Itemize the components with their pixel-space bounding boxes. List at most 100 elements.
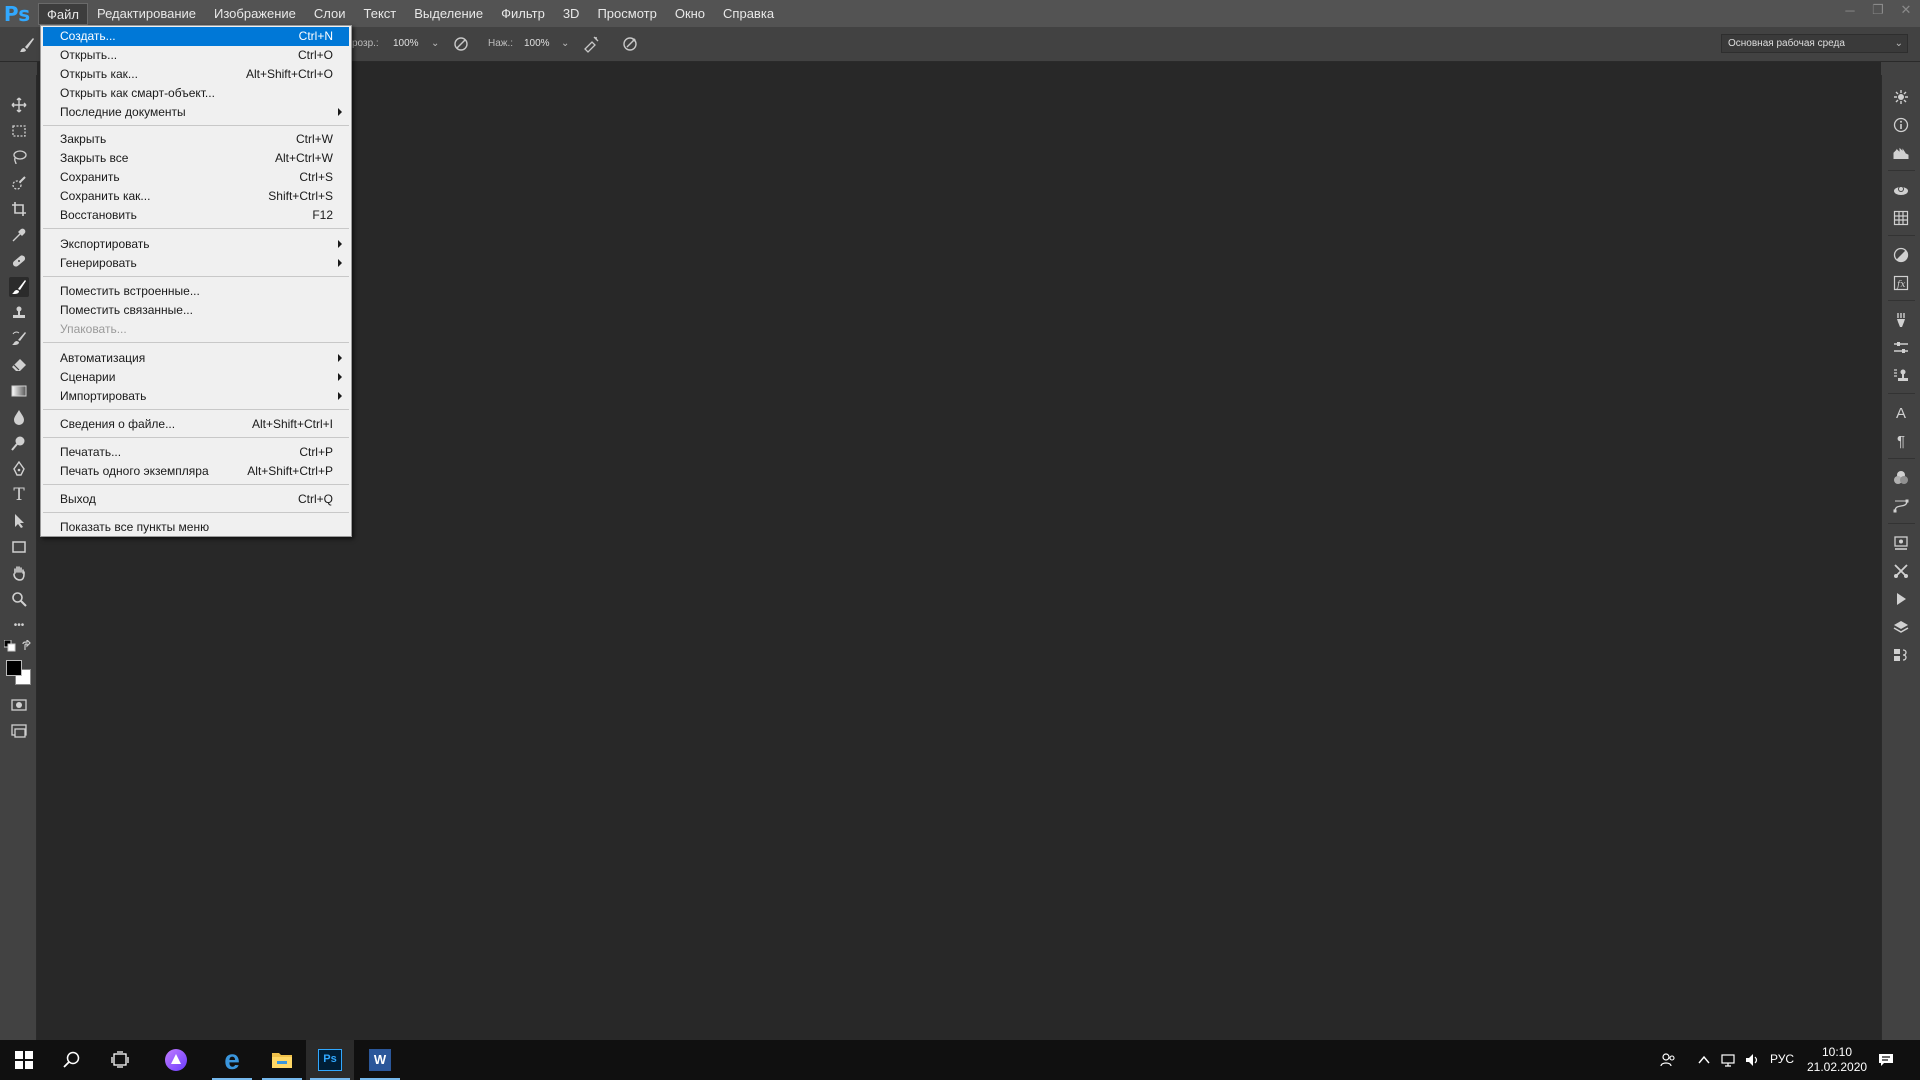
type-icon[interactable]: T [9,485,29,505]
histogram-icon[interactable] [1891,143,1911,163]
menu-item-close[interactable]: Закрыть Ctrl+W [43,130,349,149]
dodge-icon[interactable] [9,433,29,453]
tray-expand-icon[interactable] [1694,1050,1714,1070]
adjustments-icon[interactable] [1891,245,1911,265]
color-icon[interactable] [1891,87,1911,107]
glyphs-icon[interactable] [1891,533,1911,553]
restore-button[interactable]: ❐ [1864,0,1892,20]
character-icon[interactable]: A [1891,403,1911,423]
lasso-icon[interactable] [9,147,29,167]
swap-colors-icon[interactable] [20,639,34,653]
menu-item-place-embedded[interactable]: Поместить встроенные... [43,282,349,301]
quick-select-icon[interactable] [9,173,29,193]
word-icon[interactable]: W [356,1040,404,1080]
start-icon[interactable] [0,1040,48,1080]
default-colors-icon[interactable] [3,639,17,653]
more-tools-icon[interactable]: ••• [9,615,29,635]
eyedropper-icon[interactable] [9,225,29,245]
opacity-value[interactable]: 100% [393,38,419,49]
brush-preset-icon[interactable] [18,36,36,54]
menu-item-save-as[interactable]: Сохранить как... Shift+Ctrl+S [43,187,349,206]
edge-icon[interactable]: e [208,1040,256,1080]
tool-presets-icon[interactable] [1891,561,1911,581]
minimize-button[interactable]: ─ [1836,0,1864,20]
menu-item-print[interactable]: Печатать... Ctrl+P [43,443,349,462]
menu-item-show-all[interactable]: Показать все пункты меню [43,518,349,537]
workspace-select[interactable]: Основная рабочая среда ⌄ [1721,34,1908,53]
search-icon[interactable] [48,1040,96,1080]
menu-view[interactable]: Просмотр [588,3,665,25]
path-select-icon[interactable] [9,511,29,531]
properties-icon[interactable] [1891,338,1911,358]
rectangle-icon[interactable] [9,537,29,557]
menu-item-scripts[interactable]: Сценарии [43,368,349,387]
menu-item-file-info[interactable]: Сведения о файле... Alt+Shift+Ctrl+I [43,415,349,434]
brush-settings-icon[interactable] [1891,310,1911,330]
foreground-color-swatch[interactable] [6,660,22,676]
menu-item-import[interactable]: Импортировать [43,387,349,406]
clock[interactable]: 10:10 21.02.2020 [1807,1045,1867,1075]
gradient-icon[interactable] [9,381,29,401]
menu-text[interactable]: Текст [355,3,406,25]
menu-item-revert[interactable]: Восстановить F12 [43,206,349,225]
layer-comps-icon[interactable] [1891,645,1911,665]
clone-stamp-icon[interactable] [9,303,29,323]
language-indicator[interactable]: РУС [1770,1052,1794,1066]
toolbar-collapse-bar[interactable] [0,62,37,75]
menu-item-open-smart-object[interactable]: Открыть как смарт-объект... [43,84,349,103]
history-brush-icon[interactable] [9,329,29,349]
healing-brush-icon[interactable] [9,251,29,271]
panels-collapse-bar[interactable] [1881,62,1920,75]
marquee-icon[interactable] [9,121,29,141]
actions-icon[interactable] [1891,589,1911,609]
hand-icon[interactable] [9,563,29,583]
menu-window[interactable]: Окно [666,3,714,25]
opacity-chevron-icon[interactable]: ⌄ [431,38,439,49]
menu-select[interactable]: Выделение [405,3,492,25]
screen-mode-icon[interactable] [9,721,29,741]
layers-icon[interactable] [1891,617,1911,637]
menu-item-export[interactable]: Экспортировать [43,235,349,254]
3d-icon[interactable] [1891,180,1911,200]
people-icon[interactable] [1658,1050,1678,1070]
airbrush-icon[interactable] [582,35,600,53]
explorer-icon[interactable] [258,1040,306,1080]
alice-icon[interactable] [152,1040,200,1080]
task-view-icon[interactable] [96,1040,144,1080]
move-icon[interactable] [9,95,29,115]
size-pressure-icon[interactable] [621,35,639,53]
menu-item-print-one-copy[interactable]: Печать одного экземпляра Alt+Shift+Ctrl+P [43,462,349,481]
menu-file[interactable]: Файл [38,2,88,25]
clone-source-icon[interactable] [1891,366,1911,386]
blur-icon[interactable] [9,407,29,427]
zoom-icon[interactable] [9,589,29,609]
opacity-pressure-icon[interactable] [452,35,470,53]
close-button[interactable]: ✕ [1892,0,1920,20]
flow-value[interactable]: 100% [524,38,550,49]
menu-item-generate[interactable]: Генерировать [43,254,349,273]
paths-icon[interactable] [1891,496,1911,516]
eraser-icon[interactable] [9,355,29,375]
brush-icon[interactable] [9,277,29,297]
menu-item-new[interactable]: Создать... Ctrl+N [43,27,349,46]
menu-3d[interactable]: 3D [554,3,589,25]
menu-item-place-linked[interactable]: Поместить связанные... [43,301,349,320]
menu-item-open[interactable]: Открыть... Ctrl+O [43,46,349,65]
crop-icon[interactable] [9,199,29,219]
menu-item-open-as[interactable]: Открыть как... Alt+Shift+Ctrl+O [43,65,349,84]
quick-mask-icon[interactable] [9,695,29,715]
styles-icon[interactable]: fx [1891,273,1911,293]
pen-icon[interactable] [9,459,29,479]
grid-icon[interactable] [1891,208,1911,228]
channels-icon[interactable] [1891,468,1911,488]
menu-layers[interactable]: Слои [305,3,355,25]
flow-chevron-icon[interactable]: ⌄ [561,38,569,49]
menu-item-automate[interactable]: Автоматизация [43,349,349,368]
menu-item-close-all[interactable]: Закрыть все Alt+Ctrl+W [43,149,349,168]
network-icon[interactable] [1718,1050,1738,1070]
photoshop-icon[interactable]: Ps [306,1040,354,1080]
menu-edit[interactable]: Редактирование [88,3,205,25]
volume-icon[interactable] [1742,1050,1762,1070]
info-icon[interactable] [1891,115,1911,135]
menu-help[interactable]: Справка [714,3,783,25]
